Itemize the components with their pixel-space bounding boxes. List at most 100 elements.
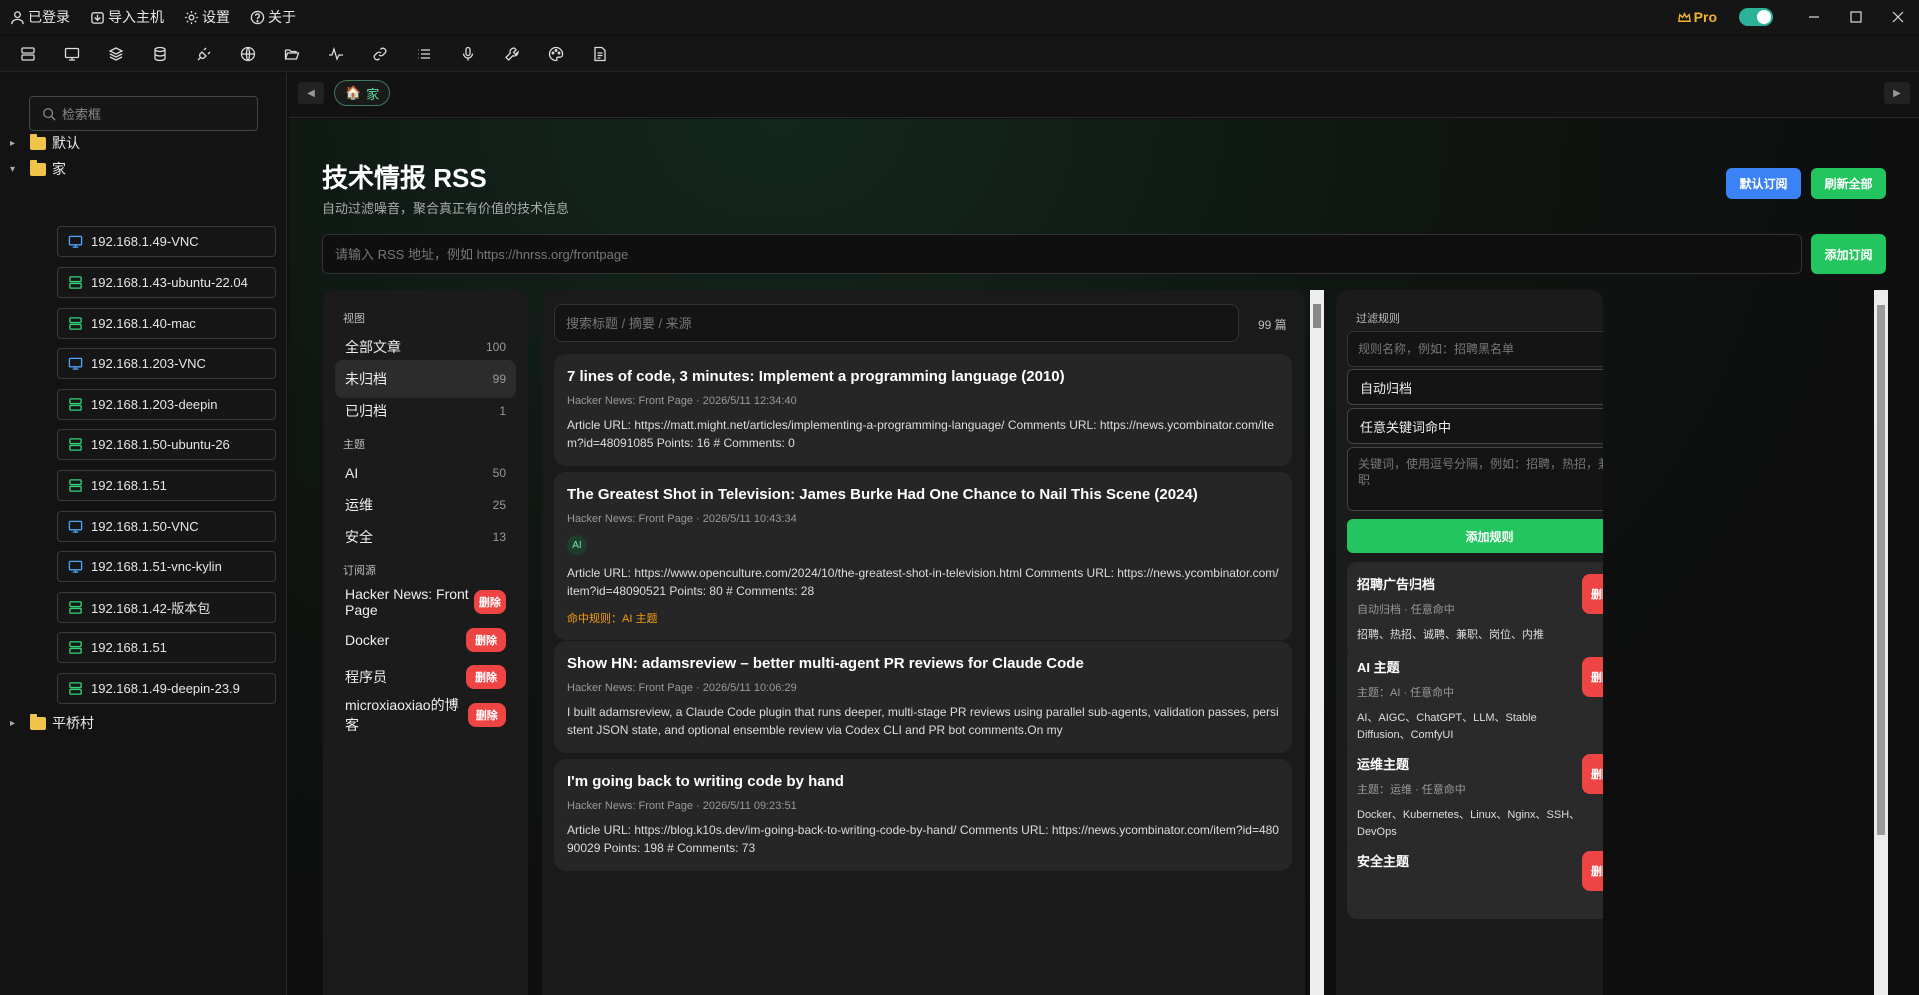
sources-heading: 订阅源 xyxy=(343,565,376,577)
delete-rule-button[interactable]: 删除 xyxy=(1582,574,1603,614)
toolbar-server-list-button[interactable] xyxy=(6,39,50,69)
import-hosts-menu[interactable]: 导入主机 xyxy=(80,0,174,34)
scrollbar-thumb[interactable] xyxy=(1313,304,1321,328)
database-icon xyxy=(154,46,166,61)
tree-group-home[interactable]: ▾ 家 xyxy=(10,159,66,179)
toolbar xyxy=(0,36,1919,72)
sidebar-search-input[interactable]: 检索框 xyxy=(29,96,258,131)
toolbar-link-button[interactable] xyxy=(358,39,402,69)
topic-item-count: 50 xyxy=(492,466,506,480)
host-item[interactable]: 192.168.1.203-VNC xyxy=(57,348,276,379)
host-item[interactable]: 192.168.1.51 xyxy=(57,470,276,501)
rules-scrollbar[interactable] xyxy=(1874,290,1888,995)
host-label: 192.168.1.40-mac xyxy=(91,316,196,331)
rule-keywords: AI、AIGC、ChatGPT、LLM、Stable Diffusion、Com… xyxy=(1357,712,1537,741)
delete-source-button[interactable]: 删除 xyxy=(473,590,506,614)
toolbar-plug-button[interactable] xyxy=(182,39,226,69)
theme-toggle[interactable] xyxy=(1739,8,1773,26)
article-title[interactable]: 7 lines of code, 3 minutes: Implement a … xyxy=(567,368,1279,386)
host-item[interactable]: 192.168.1.43-ubuntu-22.04 xyxy=(57,267,276,298)
host-item[interactable]: 192.168.1.203-deepin xyxy=(57,389,276,420)
monitor-icon xyxy=(64,47,80,61)
host-item[interactable]: 192.168.1.51 xyxy=(57,632,276,663)
tree-group-default[interactable]: ▸ 默认 xyxy=(10,133,80,153)
delete-rule-button[interactable]: 删除 xyxy=(1582,754,1603,794)
tab-home[interactable]: 🏠 家 xyxy=(334,80,391,106)
topic-item-security[interactable]: 安全 13 xyxy=(335,518,516,556)
source-item[interactable]: 程序员 删除 xyxy=(335,658,516,696)
article-card[interactable]: I'm going back to writing code by hand H… xyxy=(554,759,1292,871)
toolbar-folder-button[interactable] xyxy=(270,39,314,69)
toolbar-monitor-button[interactable] xyxy=(50,39,94,69)
article-card[interactable]: Show HN: adamsreview – better multi-agen… xyxy=(554,641,1292,753)
article-card[interactable]: The Greatest Shot in Television: James B… xyxy=(554,472,1292,640)
articles-scrollbar[interactable] xyxy=(1310,290,1324,995)
toolbar-layers-button[interactable] xyxy=(94,39,138,69)
topics-heading: 主题 xyxy=(343,439,365,451)
rule-match-select[interactable]: 任意关键词命中 ⌄ xyxy=(1347,408,1603,444)
host-item[interactable]: 192.168.1.49-VNC xyxy=(57,226,276,257)
toolbar-activity-button[interactable] xyxy=(314,39,358,69)
caret-right-icon: ▸ xyxy=(10,137,16,149)
source-item-label: microxiaoxiao的博客 xyxy=(345,697,459,733)
maximize-button[interactable] xyxy=(1835,0,1877,34)
settings-menu[interactable]: 设置 xyxy=(174,0,240,34)
host-label: 192.168.1.49-deepin-23.9 xyxy=(91,681,240,696)
host-label: 192.168.1.50-VNC xyxy=(91,519,199,534)
delete-source-button[interactable]: 删除 xyxy=(467,703,506,727)
article-title[interactable]: Show HN: adamsreview – better multi-agen… xyxy=(567,655,1279,673)
default-subscriptions-button[interactable]: 默认订阅 xyxy=(1726,168,1801,199)
host-item[interactable]: 192.168.1.50-VNC xyxy=(57,511,276,542)
toolbar-microphone-button[interactable] xyxy=(446,39,490,69)
about-menu[interactable]: 关于 xyxy=(240,0,306,34)
delete-rule-button[interactable]: 删除 xyxy=(1582,657,1603,697)
refresh-all-button[interactable]: 刷新全部 xyxy=(1811,168,1886,199)
tab-scroll-left-button[interactable]: ◀ xyxy=(298,82,324,104)
rule-action-select[interactable]: 自动归档 ⌄ xyxy=(1347,369,1603,405)
pro-badge[interactable]: Pro xyxy=(1677,9,1717,25)
toolbar-wrench-button[interactable] xyxy=(490,39,534,69)
close-button[interactable] xyxy=(1877,0,1919,34)
rule-keywords-input[interactable] xyxy=(1347,447,1603,511)
host-item[interactable]: 192.168.1.51-vnc-kylin xyxy=(57,551,276,582)
toolbar-list-button[interactable] xyxy=(402,39,446,69)
rule-name-input[interactable] xyxy=(1347,331,1603,367)
add-rule-button[interactable]: 添加规则 xyxy=(1347,519,1603,553)
article-search-input[interactable] xyxy=(554,304,1239,342)
login-menu[interactable]: 已登录 xyxy=(0,0,80,34)
host-item[interactable]: 192.168.1.40-mac xyxy=(57,308,276,339)
article-title[interactable]: I'm going back to writing code by hand xyxy=(567,773,1279,791)
delete-rule-button[interactable]: 删除 xyxy=(1582,851,1603,891)
rss-url-input[interactable] xyxy=(322,234,1802,274)
window-controls: Pro xyxy=(1677,0,1919,34)
article-body: Article URL: https://matt.might.net/arti… xyxy=(567,418,1274,450)
folder-open-icon xyxy=(284,48,300,60)
pro-label: Pro xyxy=(1693,9,1717,25)
host-item[interactable]: 192.168.1.49-deepin-23.9 xyxy=(57,673,276,704)
delete-source-button[interactable]: 删除 xyxy=(466,665,506,689)
tab-scroll-right-button[interactable]: ▶ xyxy=(1884,82,1910,104)
article-body: I built adamsreview, a Claude Code plugi… xyxy=(567,705,1279,737)
toolbar-palette-button[interactable] xyxy=(534,39,578,69)
sidebar-search-placeholder: 检索框 xyxy=(62,107,102,122)
article-body: Article URL: https://blog.k10s.dev/im-go… xyxy=(567,823,1279,855)
source-item[interactable]: Hacker News: Front Page 删除 xyxy=(335,583,516,621)
toolbar-document-button[interactable] xyxy=(578,39,622,69)
host-item[interactable]: 192.168.1.50-ubuntu-26 xyxy=(57,429,276,460)
host-label: 192.168.1.50-ubuntu-26 xyxy=(91,437,230,452)
view-item-archived[interactable]: 已归档 1 xyxy=(335,392,516,430)
source-item[interactable]: Docker 删除 xyxy=(335,621,516,659)
host-item[interactable]: 192.168.1.42-版本包 xyxy=(57,592,276,623)
toolbar-globe-button[interactable] xyxy=(226,39,270,69)
source-item[interactable]: microxiaoxiao的博客 删除 xyxy=(335,696,516,734)
tree-group-pingqiaocun[interactable]: ▸ 平桥村 xyxy=(10,713,94,733)
matched-rule: 命中规则：AI 主题 xyxy=(567,613,658,625)
minimize-button[interactable] xyxy=(1793,0,1835,34)
article-card[interactable]: 7 lines of code, 3 minutes: Implement a … xyxy=(554,354,1292,466)
toolbar-database-button[interactable] xyxy=(138,39,182,69)
delete-source-button[interactable]: 删除 xyxy=(466,628,506,652)
scrollbar-thumb[interactable] xyxy=(1877,305,1885,835)
add-subscription-button[interactable]: 添加订阅 xyxy=(1811,234,1886,274)
import-hosts-label: 导入主机 xyxy=(108,9,164,25)
article-title[interactable]: The Greatest Shot in Television: James B… xyxy=(567,486,1279,504)
